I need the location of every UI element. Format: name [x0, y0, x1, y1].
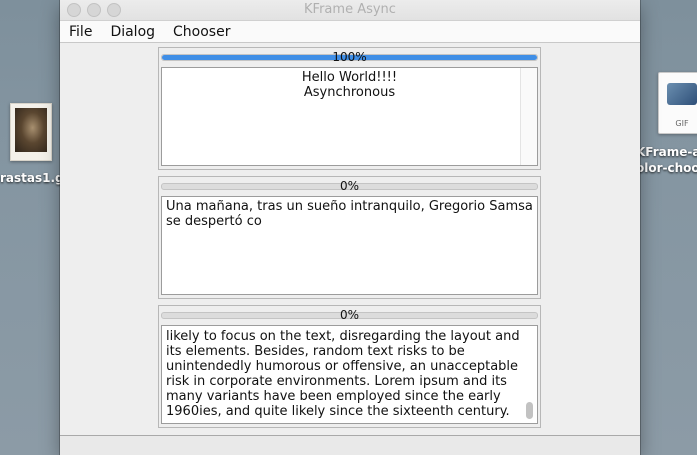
- progress-label: 0%: [339, 179, 360, 193]
- menu-chooser[interactable]: Chooser: [173, 24, 230, 40]
- progress-label: 100%: [332, 50, 367, 64]
- desktop-file-kframe-gif[interactable]: GIF KFrame-as olor-choos: [636, 72, 697, 182]
- progress-bar: 0%: [159, 177, 540, 195]
- status-bar: [60, 435, 640, 455]
- gif-file-type-label: GIF: [675, 119, 689, 128]
- progress-label: 0%: [339, 308, 360, 322]
- output-text: Hello World!!!! Asynchronous: [301, 70, 398, 100]
- vertical-scrollbar[interactable]: [520, 68, 537, 165]
- output-text: likely to focus on the text, disregardin…: [166, 329, 520, 419]
- desktop-file-label-line2: olor-choos: [636, 161, 697, 175]
- menu-dialog[interactable]: Dialog: [110, 24, 155, 40]
- progress-bar: 100%: [159, 48, 540, 66]
- output-text-area[interactable]: likely to focus on the text, disregardin…: [161, 325, 538, 424]
- output-text: Una mañana, tras un sueño intranquilo, G…: [166, 199, 533, 229]
- window-title: KFrame Async: [304, 2, 396, 17]
- title-bar[interactable]: KFrame Async: [60, 0, 640, 21]
- desktop-file-label: KFrame-as olor-choos: [636, 144, 697, 176]
- desktop-file-label-line1: KFrame-as: [636, 145, 697, 159]
- scrollbar-thumb[interactable]: [526, 402, 533, 419]
- output-text-area[interactable]: Una mañana, tras un sueño intranquilo, G…: [161, 196, 538, 295]
- menu-file[interactable]: File: [69, 24, 92, 40]
- task-panel-2: 0% Una mañana, tras un sueño intranquilo…: [158, 176, 541, 299]
- task-panel-1: 100% Hello World!!!! Asynchronous: [158, 47, 541, 170]
- gif-file-icon: GIF: [658, 72, 697, 134]
- output-text-area[interactable]: Hello World!!!! Asynchronous: [161, 67, 538, 166]
- app-window: KFrame Async File Dialog Chooser 100% He…: [60, 0, 640, 455]
- task-panel-3: 0% likely to focus on the text, disregar…: [158, 305, 541, 428]
- progress-bar: 0%: [159, 306, 540, 324]
- menu-bar: File Dialog Chooser: [60, 21, 640, 43]
- image-thumbnail-icon: [10, 103, 52, 161]
